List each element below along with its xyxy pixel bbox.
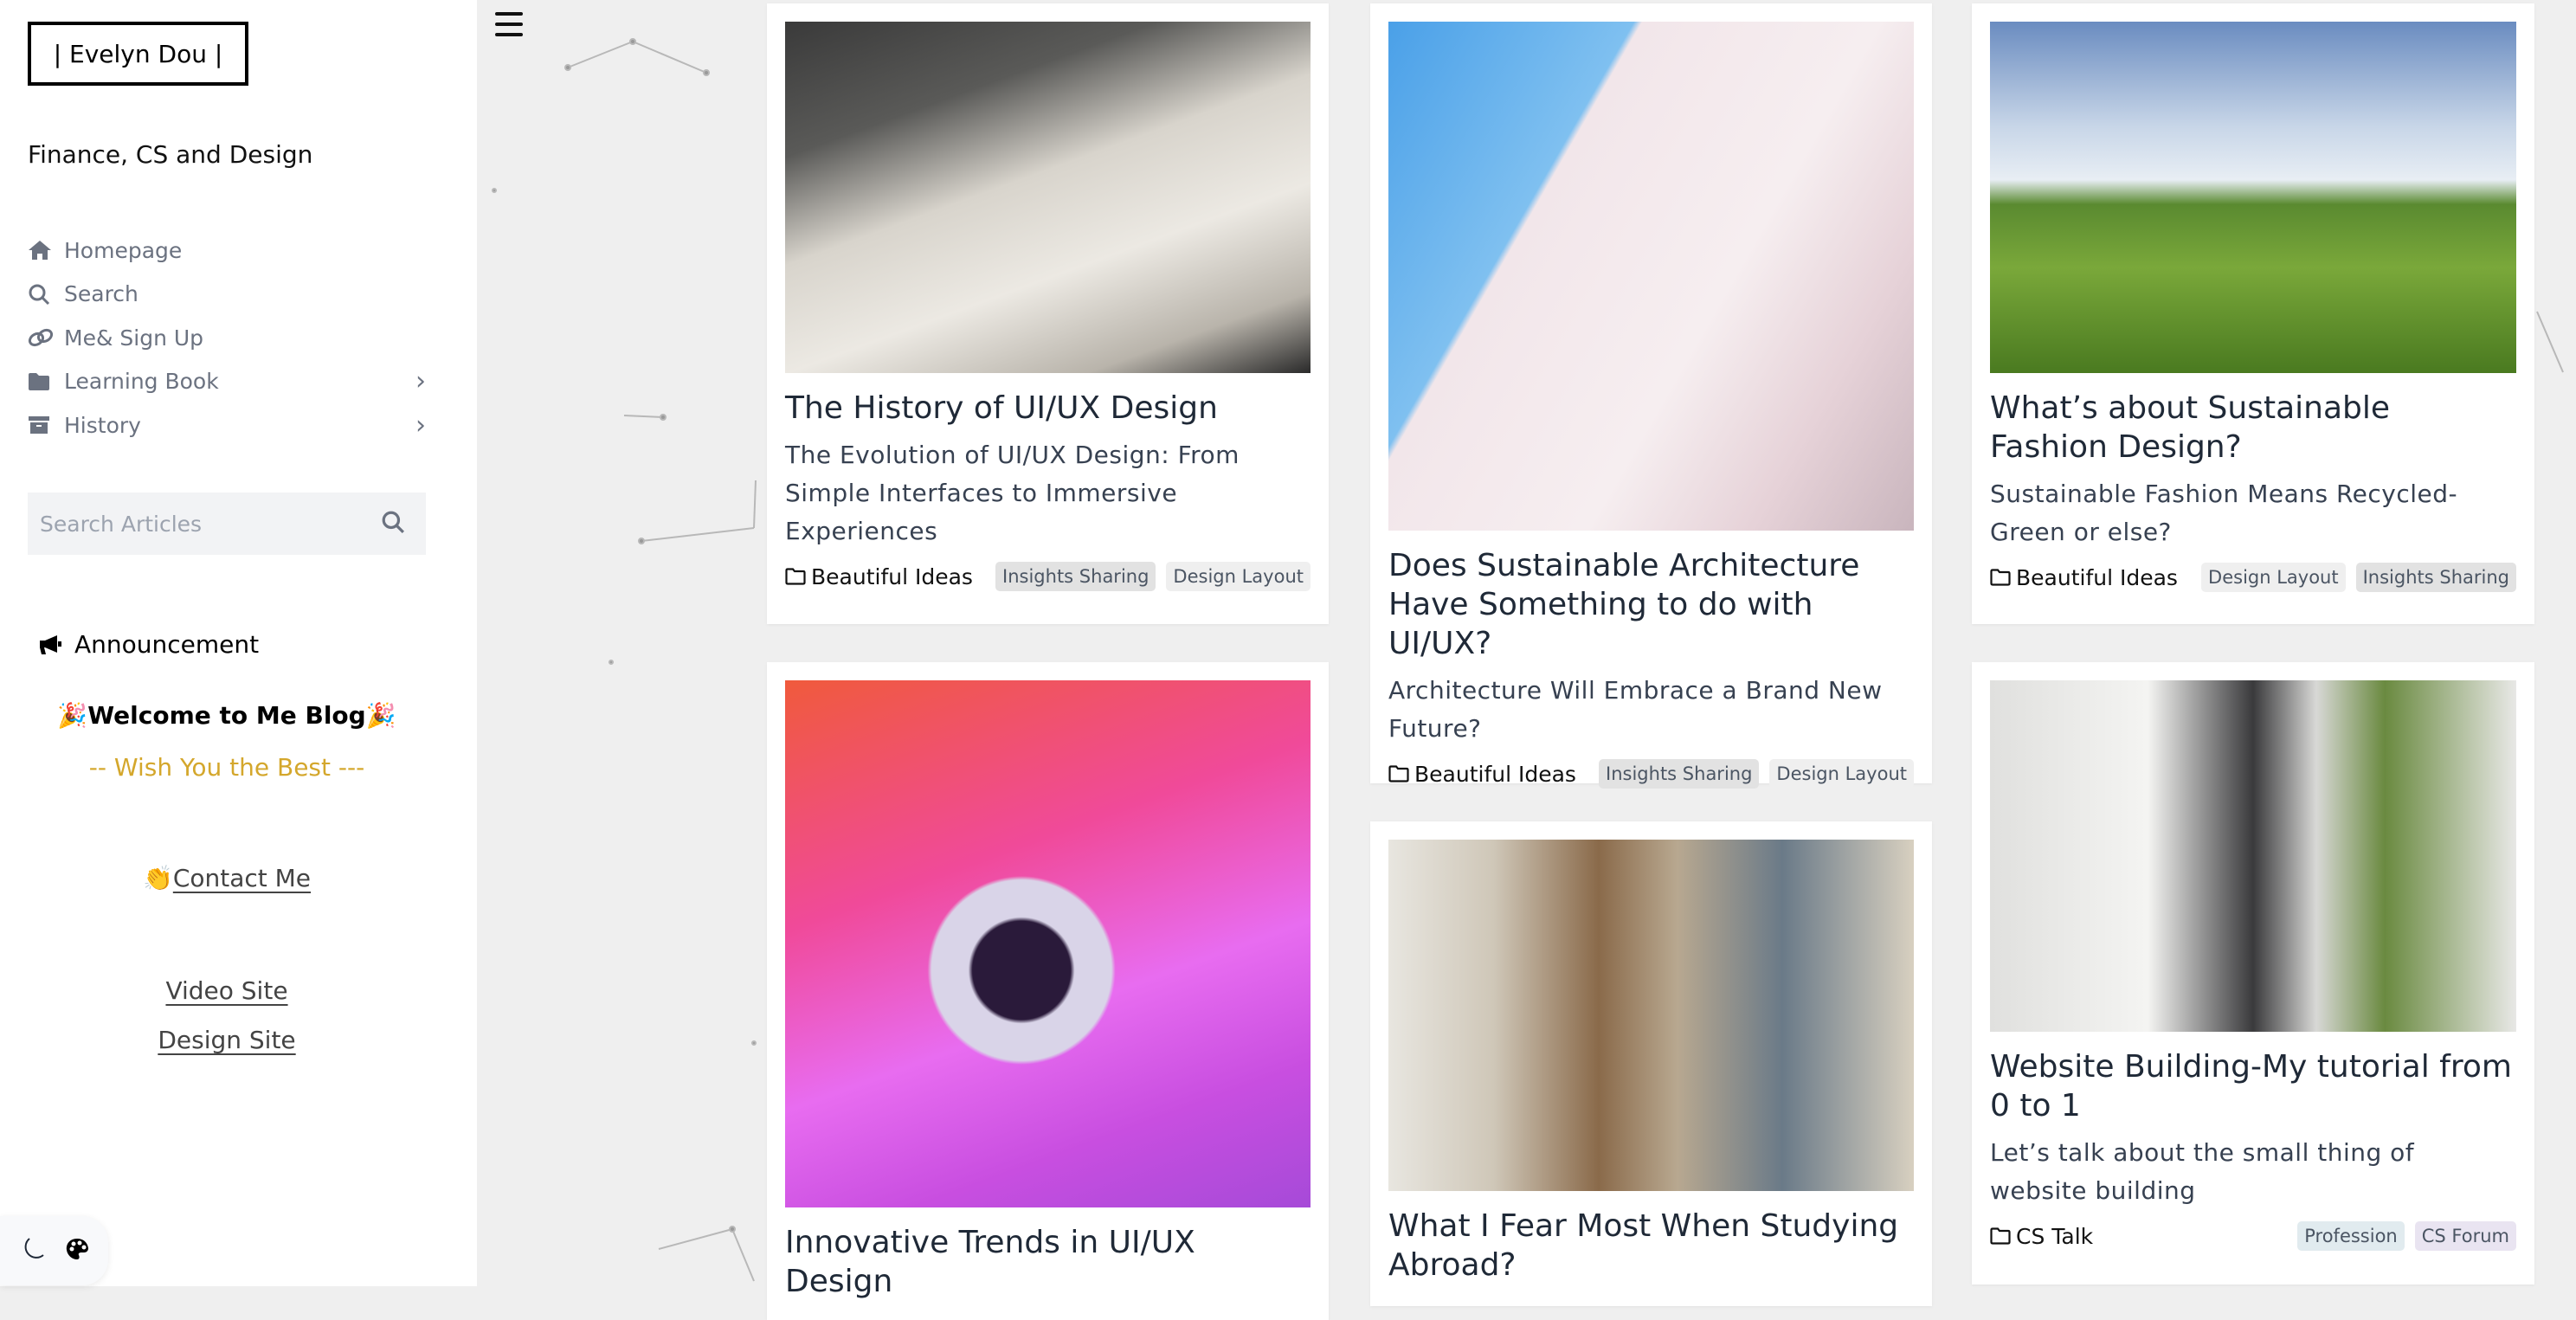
article-card[interactable]: What I Fear Most When Studying Abroad?	[1370, 821, 1932, 1306]
search-icon[interactable]	[381, 510, 405, 538]
category-label: CS Talk	[2016, 1223, 2094, 1249]
article-description: Let’s talk about the small thing of webs…	[1990, 1138, 2415, 1205]
wish-text: -- Wish You the Best ---	[88, 753, 365, 782]
moon-icon[interactable]	[19, 1236, 45, 1265]
nav-item-me-sign-up[interactable]: Me& Sign Up	[28, 316, 426, 360]
palette-icon[interactable]	[65, 1237, 89, 1265]
search-input[interactable]	[40, 511, 381, 537]
article-description: Architecture Will Embrace a Brand New Fu…	[1388, 676, 1883, 743]
article-card[interactable]: What’s about Sustainable Fashion Design?…	[1972, 3, 2534, 624]
nav-item-homepage[interactable]: Homepage	[28, 229, 426, 273]
nav-label: Search	[64, 281, 138, 307]
category-link[interactable]: Beautiful Ideas	[1990, 565, 2178, 590]
site-logo[interactable]: | Evelyn Dou |	[28, 22, 248, 86]
search-box	[28, 493, 426, 555]
category-label: Beautiful Ideas	[1414, 761, 1576, 787]
category-label: Beautiful Ideas	[2016, 564, 2178, 590]
article-title[interactable]: Does Sustainable Architecture Have Somet…	[1388, 546, 1914, 663]
article-image[interactable]	[1990, 22, 2516, 373]
search-icon	[28, 282, 55, 306]
article-image[interactable]	[785, 680, 1311, 1207]
megaphone-icon	[40, 634, 61, 654]
tag[interactable]: Design Layout	[1769, 759, 1914, 789]
link-icon	[28, 325, 55, 350]
article-description: Sustainable Fashion Means Recycled-Green…	[1990, 480, 2458, 546]
nav-label: Me& Sign Up	[64, 325, 204, 351]
site-tagline: Finance, CS and Design	[28, 140, 313, 169]
article-title[interactable]: The History of UI/UX Design	[785, 389, 1311, 428]
nav-item-history[interactable]: History ›	[28, 403, 426, 448]
article-image[interactable]	[1388, 22, 1914, 531]
home-icon	[28, 238, 55, 262]
nav-label: History	[64, 412, 141, 438]
category-link[interactable]: CS Talk	[1990, 1224, 2093, 1249]
contact-me-link[interactable]: Contact Me	[173, 864, 311, 892]
tag[interactable]: Insights Sharing	[2355, 563, 2516, 592]
folder-outline-icon	[1990, 569, 2011, 586]
tag[interactable]: Insights Sharing	[995, 562, 1156, 591]
tag[interactable]: CS Forum	[2414, 1221, 2516, 1251]
archive-icon	[28, 413, 55, 437]
clap-icon: 👏	[142, 864, 173, 892]
folder-outline-icon	[1990, 1227, 2011, 1245]
nav-item-search[interactable]: Search	[28, 273, 426, 317]
category-link[interactable]: Beautiful Ideas	[785, 564, 973, 589]
folder-outline-icon	[1388, 765, 1409, 782]
folder-outline-icon	[785, 568, 806, 585]
article-title[interactable]: Website Building-My tutorial from 0 to 1	[1990, 1047, 2516, 1125]
article-card[interactable]: Innovative Trends in UI/UX Design	[767, 662, 1329, 1320]
video-site-link[interactable]: Video Site	[165, 976, 287, 1005]
tag[interactable]: Profession	[2297, 1221, 2405, 1251]
welcome-text: 🎉Welcome to Me Blog🎉	[57, 701, 396, 730]
chevron-right-icon[interactable]: ›	[415, 410, 426, 441]
nav-item-learning-book[interactable]: Learning Book ›	[28, 360, 426, 404]
nav-label: Learning Book	[64, 369, 219, 395]
article-card[interactable]: Website Building-My tutorial from 0 to 1…	[1972, 662, 2534, 1285]
article-title[interactable]: What I Fear Most When Studying Abroad?	[1388, 1207, 1914, 1285]
sidebar-nav: Homepage Search Me& Sign Up Learning Boo…	[28, 229, 426, 448]
article-title[interactable]: Innovative Trends in UI/UX Design	[785, 1223, 1311, 1301]
nav-label: Homepage	[64, 237, 183, 263]
chevron-right-icon[interactable]: ›	[415, 366, 426, 396]
category-link[interactable]: Beautiful Ideas	[1388, 762, 1576, 787]
article-card[interactable]: The History of UI/UX Design The Evolutio…	[767, 3, 1329, 624]
tag[interactable]: Insights Sharing	[1599, 759, 1760, 789]
tag[interactable]: Design Layout	[2201, 563, 2346, 592]
category-label: Beautiful Ideas	[811, 563, 973, 589]
design-site-link[interactable]: Design Site	[158, 1026, 295, 1054]
announcement-title: Announcement	[74, 630, 260, 659]
article-image[interactable]	[785, 22, 1311, 373]
tag[interactable]: Design Layout	[1166, 562, 1311, 591]
announcement-heading: Announcement	[38, 630, 259, 659]
article-title[interactable]: What’s about Sustainable Fashion Design?	[1990, 389, 2516, 467]
theme-toggle-bar	[0, 1216, 108, 1285]
sidebar: | Evelyn Dou | Finance, CS and Design Ho…	[0, 0, 477, 1286]
menu-toggle-button[interactable]	[495, 12, 523, 36]
contact-row: 👏Contact Me	[0, 864, 454, 892]
article-image[interactable]	[1388, 840, 1914, 1191]
article-image[interactable]	[1990, 680, 2516, 1032]
article-description: The Evolution of UI/UX Design: From Simp…	[785, 441, 1240, 545]
folder-icon	[28, 370, 55, 394]
article-card[interactable]: Does Sustainable Architecture Have Somet…	[1370, 3, 1932, 789]
